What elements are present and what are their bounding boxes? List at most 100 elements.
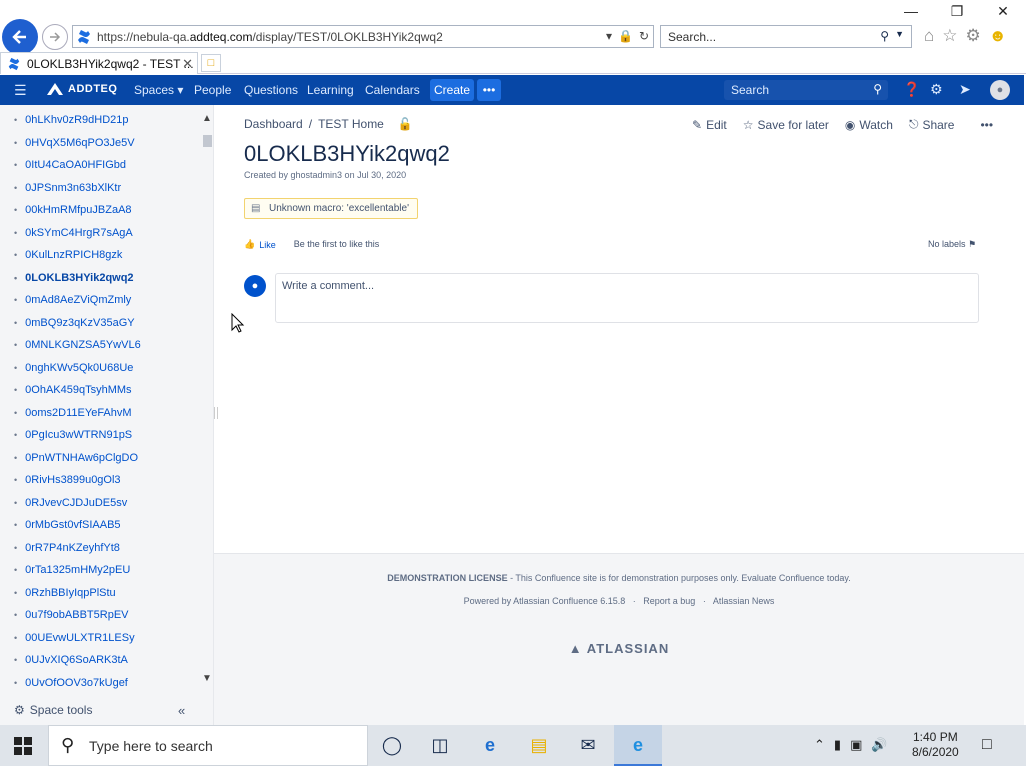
windows-start-icon[interactable] (14, 737, 32, 755)
taskbar-clock[interactable]: 1:40 PM 8/6/2020 (912, 730, 959, 760)
volume-icon[interactable]: 🔊 (871, 737, 887, 753)
page-tree-item[interactable]: • 00UEvwULXTR1LESy (14, 628, 135, 648)
nav-questions[interactable]: Questions (244, 83, 298, 97)
settings-gear-icon[interactable]: ⚙ (966, 26, 981, 46)
sidebar-scrollbar[interactable]: ▲ ▼ (200, 113, 214, 687)
page-tree-item[interactable]: • 0oms2D11EYeFAhvM (14, 403, 132, 423)
page-tree-item[interactable]: • 0u7f9obABBT5RpEV (14, 605, 129, 625)
collapse-sidebar-icon[interactable]: « (178, 703, 185, 718)
comment-input[interactable]: Write a comment... (275, 273, 979, 323)
battery-icon[interactable]: ▮ (834, 737, 841, 753)
forward-button[interactable] (42, 24, 68, 50)
internet-explorer-taskbar-button[interactable]: e (614, 725, 662, 766)
labels[interactable]: No labels ⚑ (928, 239, 976, 250)
mail-icon[interactable]: ✉ (576, 733, 600, 757)
scroll-up-icon[interactable]: ▲ (202, 113, 212, 124)
page-tree-item[interactable]: • 0RJvevCJDJuDE5sv (14, 493, 127, 513)
page-tree-item-label: 0PgIcu3wWTRN91pS (25, 429, 133, 441)
browser-tab-active[interactable]: 0LOKLB3HYik2qwq2 - TEST ... ✕ (0, 52, 198, 74)
help-icon[interactable]: ❓ (903, 81, 920, 98)
confluence-search-input[interactable]: Search ⚲ (724, 80, 888, 100)
sidebar-resize-handle[interactable] (214, 407, 218, 419)
page-tree-item[interactable]: • 0MNLKGNZSA5YwVL6 (14, 335, 141, 355)
page-tree-item-current[interactable]: • 0LOKLB3HYik2qwq2 (14, 268, 134, 288)
page-tree-item[interactable]: • 0UvOfOOV3o7kUgef (14, 673, 128, 693)
bullet-icon: • (14, 542, 18, 553)
create-button[interactable]: Create (430, 79, 474, 101)
home-icon[interactable]: ⌂ (924, 26, 934, 46)
new-tab-button[interactable]: □ (201, 54, 221, 72)
tray-chevron-icon[interactable]: ⌃ (814, 737, 825, 753)
page-tree-item[interactable]: • 0JPSnm3n63bXlKtr (14, 178, 121, 198)
page-tree-item[interactable]: • 0mAd8AeZViQmZmly (14, 290, 131, 310)
nav-calendars[interactable]: Calendars (365, 83, 420, 97)
edge-icon[interactable]: e (478, 733, 502, 757)
user-avatar[interactable]: ● (990, 80, 1010, 100)
refresh-icon[interactable]: ↻ (639, 29, 649, 43)
favorites-star-icon[interactable]: ☆ (942, 26, 957, 46)
nav-spaces[interactable]: Spaces ▾ (134, 83, 183, 97)
notifications-icon[interactable]: ➤ (959, 81, 971, 98)
browser-search-box[interactable]: Search... ⚲ ▼ (660, 25, 912, 48)
page-tree-item[interactable]: • 0RivHs3899u0gOl3 (14, 470, 121, 490)
breadcrumb-dashboard[interactable]: Dashboard (244, 117, 303, 131)
taskbar-search-box[interactable]: ⚲ Type here to search (48, 725, 368, 766)
breadcrumb-test-home[interactable]: TEST Home (318, 117, 384, 131)
atlassian-news-link[interactable]: Atlassian News (713, 596, 775, 606)
settings-gear-icon[interactable]: ⚙ (930, 81, 943, 98)
page-tree-item[interactable]: • 0KulLnzRPICH8gzk (14, 245, 122, 265)
page-tree-item[interactable]: • 0mBQ9z3qKzV35aGY (14, 313, 135, 333)
search-icon[interactable]: ⚲ (880, 29, 889, 43)
page-tree-item[interactable]: • 0rTa1325mHMy2pEU (14, 560, 130, 580)
atlassian-logo[interactable]: ▲ ATLASSIAN (214, 641, 1024, 656)
cortana-icon[interactable]: ◯ (380, 733, 404, 757)
page-tree-item[interactable]: • 0ItU4CaOA0HFIGbd (14, 155, 126, 175)
powered-by-link[interactable]: Powered by Atlassian Confluence 6.15.8 (464, 596, 626, 606)
scroll-down-icon[interactable]: ▼ (202, 673, 212, 684)
search-dropdown-icon[interactable]: ▼ (895, 29, 904, 39)
dropdown-icon[interactable]: ▾ (606, 29, 612, 43)
network-icon[interactable]: ▣ (850, 737, 862, 753)
restrictions-lock-icon[interactable]: 🔓 (398, 117, 413, 131)
close-tab-icon[interactable]: ✕ (182, 56, 193, 72)
share-button[interactable]: ⎋ Share (909, 117, 955, 132)
create-more-button[interactable]: ••• (477, 79, 501, 101)
page-tree-item[interactable]: • 00kHmRMfpuJBZaA8 (14, 200, 132, 220)
task-view-icon[interactable]: ◫ (428, 733, 452, 757)
restore-icon[interactable]: ❐ (934, 0, 980, 22)
scroll-thumb[interactable] (203, 135, 212, 147)
page-tree-item[interactable]: • 0nghKWv5Qk0U68Ue (14, 358, 133, 378)
page-tree-item[interactable]: • 0kSYmC4HrgR7sAgA (14, 223, 133, 243)
back-button[interactable] (2, 19, 38, 55)
close-window-icon[interactable]: ✕ (980, 0, 1026, 22)
nav-people[interactable]: People (194, 83, 231, 97)
page-tree-item[interactable]: • 0rR7P4nKZeyhfYt8 (14, 538, 120, 558)
address-bar[interactable]: https://nebula-qa.addteq.com/display/TES… (72, 25, 654, 48)
save-for-later-button[interactable]: ☆ Save for later (743, 117, 829, 132)
file-explorer-icon[interactable]: ▤ (527, 733, 551, 757)
report-bug-link[interactable]: Report a bug (643, 596, 695, 606)
action-center-icon[interactable]: □ (982, 736, 992, 754)
page-tree-item[interactable]: • 0PnWTNHAw6pClgDO (14, 448, 138, 468)
lock-icon[interactable]: 🔒 (618, 29, 633, 43)
addteq-logo[interactable]: ADDTEQ (46, 82, 117, 96)
watch-button[interactable]: ◉ Watch (845, 117, 893, 132)
minimize-icon[interactable]: — (888, 0, 934, 22)
page-content: Dashboard / TEST Home 🔓 ✎ Edit ☆ Save for … (214, 105, 1024, 725)
more-actions-button[interactable]: ••• (980, 117, 993, 132)
page-tree-item[interactable]: • 0rMbGst0vfSIAAB5 (14, 515, 121, 535)
page-tree-item[interactable]: • 0hLKhv0zR9dHD21p (14, 110, 129, 130)
page-tree-item[interactable]: • 0UJvXIQ6SoARK3tA (14, 650, 128, 670)
like-button[interactable]: 👍 Like (244, 239, 276, 250)
feedback-smiley-icon[interactable]: ☻ (989, 26, 1007, 46)
edit-button[interactable]: ✎ Edit (692, 117, 727, 132)
nav-learning[interactable]: Learning (307, 83, 354, 97)
page-tree-item[interactable]: • 0HVqX5M6qPO3Je5V (14, 133, 135, 153)
space-tools-button[interactable]: ⚙ Space tools (14, 703, 92, 717)
forward-arrow-icon (50, 32, 61, 42)
app-switcher-icon[interactable]: ☰ (14, 82, 27, 99)
search-icon: ⚲ (873, 82, 882, 96)
page-tree-item[interactable]: • 0OhAK459qTsyhMMs (14, 380, 132, 400)
page-tree-item[interactable]: • 0RzhBBIyIqpPlStu (14, 583, 116, 603)
page-tree-item[interactable]: • 0PgIcu3wWTRN91pS (14, 425, 132, 445)
